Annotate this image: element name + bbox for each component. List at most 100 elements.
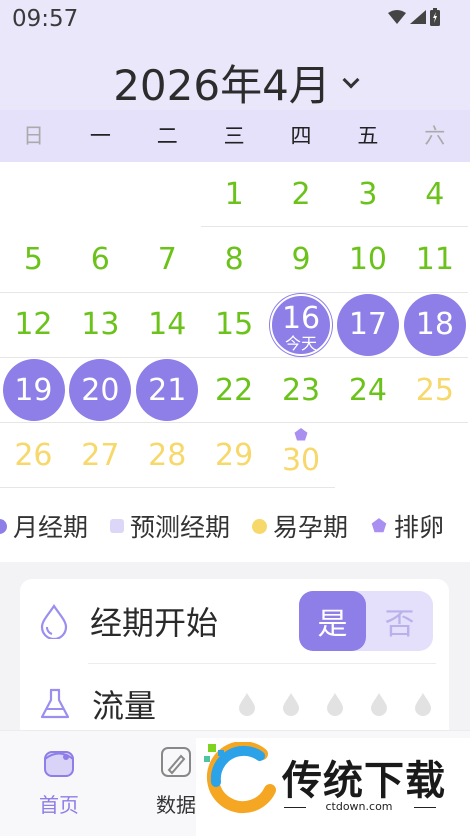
ovulation-icon [294,428,308,441]
day-number: 28 [148,437,187,473]
calendar-day[interactable]: 22 [201,358,268,423]
flow-drop-icon[interactable] [281,691,301,717]
weekday-label: 四 [290,124,312,148]
calendar-day[interactable]: 8 [201,227,268,292]
month-selector[interactable]: 2026年4月 [0,52,470,113]
calendar-week-row: 12 13 14 15 16 今天 17 18 [0,293,470,358]
calendar-day[interactable]: 2 [268,162,335,227]
day-number: 26 [14,437,53,473]
watermark-brand: 传统下载 [282,758,446,804]
flow-drop-icon[interactable] [237,691,257,717]
flow-drop-icon[interactable] [369,691,389,717]
flow-label: 流量 [92,687,157,725]
status-icons [388,8,440,26]
drop-icon [40,604,68,639]
day-number: 11 [415,241,454,277]
watermark-logo [204,742,276,814]
flow-drop-icon[interactable] [325,691,345,717]
legend-label: 易孕期 [273,513,349,542]
day-number: 25 [415,372,454,408]
calendar-day[interactable]: 12 [0,293,67,358]
day-number: 6 [90,241,110,277]
calendar-day[interactable]: 21 [134,358,201,423]
weekday-label: 二 [156,124,178,148]
calendar-day[interactable]: 3 [335,162,402,227]
day-number: 22 [215,372,254,408]
calendar-week-row: 26 27 28 29 30 [0,423,470,489]
calendar-week-row: 1 2 3 4 [0,162,470,228]
calendar-week-row: 19 20 21 22 23 24 25 [0,358,470,424]
calendar-day[interactable]: 16 今天 [268,293,335,358]
calendar-day[interactable]: 1 [201,162,268,227]
calendar-day[interactable]: 23 [268,358,335,423]
day-number: 4 [425,176,445,212]
wifi-icon [388,10,406,24]
day-number: 15 [215,307,254,343]
period-start-toggle[interactable]: 是 否 [299,591,433,651]
legend-marker-icon [0,518,7,534]
day-number: 18 [415,307,454,343]
flow-level-selector[interactable] [237,691,433,717]
day-number: 30 [281,442,321,478]
day-number: 12 [14,307,53,343]
legend-marker-icon [252,518,268,534]
home-icon [44,751,74,777]
legend-item: 月经期 [0,508,88,544]
day-number: 20 [81,372,120,408]
calendar-day[interactable]: 14 [134,293,201,358]
period-start-row: 经期开始 是 否 [20,591,449,651]
calendar-day[interactable]: 26 [0,423,67,488]
day-number: 17 [348,307,388,343]
toggle-yes[interactable]: 是 [299,591,366,651]
calendar-day[interactable]: 30 [268,423,335,488]
watermark: 传统下载 ctdown.com [196,738,470,836]
month-title: 2026年4月 [113,61,331,110]
period-start-label: 经期开始 [90,604,219,642]
watermark-url: ctdown.com [325,800,393,813]
legend-item: 预测经期 [110,508,230,544]
legend: 月经期 预测经期 易孕期 排卵 [0,508,466,544]
calendar-day[interactable]: 6 [67,227,134,292]
calendar-day[interactable]: 25 [401,358,468,423]
calendar-day[interactable]: 17 [335,293,402,358]
day-number: 23 [281,372,321,408]
calendar-day[interactable]: 11 [401,227,468,292]
legend-label: 排卵 [394,513,445,542]
legend-item: 排卵 [370,508,444,544]
calendar-day[interactable]: 20 [67,358,134,423]
calendar-day[interactable]: 29 [201,423,268,488]
legend-label: 预测经期 [130,513,231,542]
calendar-day[interactable]: 9 [268,227,335,292]
calendar-day[interactable]: 28 [134,423,201,488]
day-number: 14 [148,307,187,343]
calendar-day[interactable]: 10 [335,227,402,292]
calendar-day[interactable]: 7 [134,227,201,292]
calendar-day[interactable]: 15 [201,293,268,358]
calendar-day[interactable]: 27 [67,423,134,488]
day-number: 29 [215,437,254,473]
weekday-label: 六 [424,124,446,148]
calendar-day[interactable]: 5 [0,227,67,292]
legend-item: 易孕期 [252,508,348,544]
calendar-day[interactable]: 18 [401,293,468,358]
day-number: 21 [148,372,187,408]
calendar-week-row: 5 6 7 8 9 10 11 [0,227,470,293]
flow-drop-icon[interactable] [413,691,433,717]
divider [88,663,436,664]
today-label: 今天 [285,333,318,353]
day-number: 1 [224,176,244,212]
flask-icon [40,688,70,719]
day-number: 24 [348,372,388,408]
weekday-label: 日 [22,124,44,148]
nav-home[interactable]: 首页 [19,745,99,818]
calendar-day[interactable]: 24 [335,358,402,423]
day-number: 8 [224,241,244,277]
nav-home-label: 首页 [39,793,79,817]
calendar-day[interactable]: 4 [401,162,468,227]
calendar-day[interactable]: 13 [67,293,134,358]
watermark-line-right [414,807,436,808]
toggle-no[interactable]: 否 [366,591,433,651]
calendar-day[interactable]: 19 [0,358,67,423]
chevron-down-icon [342,71,360,89]
legend-label: 月经期 [13,513,89,542]
